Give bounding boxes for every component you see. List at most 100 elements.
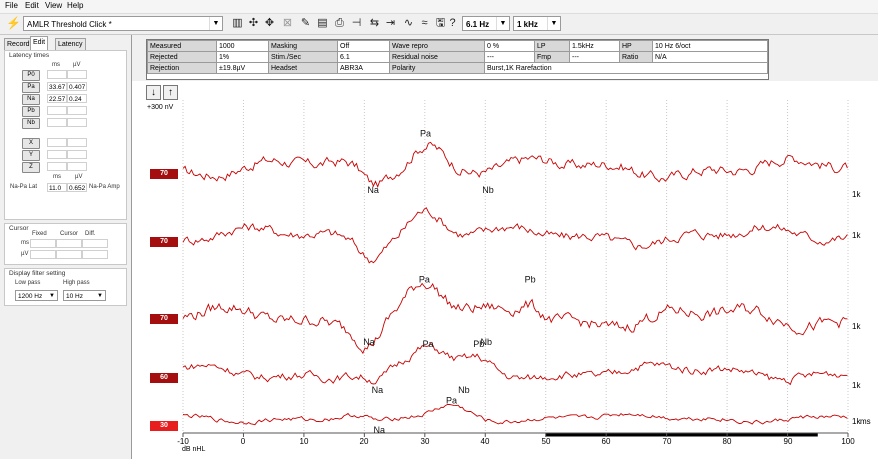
chevron-down-icon: ▼	[49, 293, 55, 299]
arrow-up-icon[interactable]: ↑	[163, 85, 178, 100]
x-tick: 30	[420, 437, 430, 446]
info-cell: Residual noise	[389, 51, 485, 63]
chevron-down-icon: ▼	[496, 17, 509, 30]
pa-uv: 0.407	[67, 82, 87, 91]
latency-group: Latency times ms µV P0 Pa Na Pb Nb 33.67…	[4, 50, 127, 220]
cursor-cursor-ms	[56, 239, 82, 248]
chevron-down-icon: ▼	[97, 293, 103, 299]
y-uv	[67, 150, 87, 159]
x-tick: 0	[240, 437, 246, 446]
info-cell: 1000	[216, 40, 269, 52]
info-row: Measured 1000 Masking Off Wave repro 0 %…	[147, 40, 768, 52]
cursor-diff-uv	[82, 250, 108, 259]
info-cell: 0 %	[484, 40, 535, 52]
info-cell: ABR3A	[337, 62, 390, 74]
info-cell: LP	[534, 40, 570, 52]
cursor-fixed-ms	[30, 239, 56, 248]
latency-title: Latency times	[9, 52, 50, 59]
info-row: Rejection ±19.8µV Headset ABR3A Polarity…	[147, 62, 768, 74]
export-icon[interactable]: ⇥	[384, 17, 397, 30]
protocol-select[interactable]: AMLR Threshold Click * ▼	[23, 16, 223, 31]
trace-level-label[interactable]: 70	[150, 169, 178, 179]
frequency-value: 1 kHz	[517, 20, 538, 29]
na-button[interactable]: Na	[22, 94, 40, 105]
arrows-icon[interactable]: ⇆	[368, 17, 381, 30]
trace-level-label[interactable]: 60	[150, 373, 178, 383]
wave-icon[interactable]: ∿	[402, 17, 415, 30]
report-icon[interactable]: ▤	[316, 17, 329, 30]
tab-edit[interactable]: Edit	[30, 36, 49, 50]
nb-uv	[67, 118, 87, 127]
rate-select[interactable]: 6.1 Hz ▼	[462, 16, 510, 31]
info-cell: Polarity	[389, 62, 485, 74]
menu-file[interactable]: File	[5, 1, 18, 10]
z-uv	[67, 162, 87, 171]
info-cell: ---	[484, 51, 535, 63]
x-tick: -10	[177, 437, 189, 446]
tab-latency[interactable]: Latency	[55, 38, 86, 50]
arrow-down-icon[interactable]: ↓	[146, 85, 161, 100]
menu-edit[interactable]: Edit	[25, 1, 39, 10]
high-pass-label: High pass	[63, 280, 90, 286]
x-tick: 80	[722, 437, 732, 446]
delete-icon[interactable]: ⊠	[281, 17, 294, 30]
trace-freq-label: 1k	[852, 322, 861, 331]
filter-icon[interactable]: ▥	[231, 17, 244, 30]
info-row: Rejected 1% Stim./Sec 6.1 Residual noise…	[147, 51, 768, 63]
trace-freq-label: 1k	[852, 231, 861, 240]
info-cell: Measured	[147, 40, 217, 52]
x-button[interactable]: X	[22, 138, 40, 149]
info-cell: 1%	[216, 51, 269, 63]
trace-freq-label: 1k	[852, 381, 861, 390]
z-ms	[47, 162, 67, 171]
display-filter-group: Display filter setting Low pass High pas…	[4, 268, 127, 306]
x-tick: 100	[841, 437, 855, 446]
trace-freq-label: 1k	[852, 190, 861, 199]
wave-compare-icon[interactable]: ≈	[418, 17, 431, 30]
x-tick: 40	[480, 437, 490, 446]
app-logo-icon: ⚡	[6, 16, 21, 30]
split-icon[interactable]: ⊣	[350, 17, 363, 30]
p0-button[interactable]: P0	[22, 70, 40, 81]
napa-lat-value: 11.0	[47, 183, 67, 192]
chevron-down-icon: ▼	[209, 17, 222, 30]
pa-button[interactable]: Pa	[22, 82, 40, 93]
x-tick: 90	[783, 437, 793, 446]
x-unit-label: ms	[860, 417, 871, 426]
print-icon[interactable]: ⎙	[333, 17, 346, 30]
menu-bar: File Edit View Help	[0, 0, 878, 14]
frequency-select[interactable]: 1 kHz ▼	[513, 16, 561, 31]
help-icon[interactable]: ?	[446, 17, 459, 30]
edit-icon[interactable]: ✎	[299, 17, 312, 30]
menu-view[interactable]: View	[45, 1, 62, 10]
move-icon[interactable]: ✥	[263, 17, 276, 30]
x-tick: 60	[601, 437, 611, 446]
info-cell: 10 Hz 6/oct	[652, 40, 768, 52]
p0-uv	[67, 70, 87, 79]
menu-help[interactable]: Help	[67, 1, 83, 10]
info-table: Measured 1000 Masking Off Wave repro 0 %…	[146, 39, 769, 80]
z-button[interactable]: Z	[22, 162, 40, 173]
pb-ms	[47, 106, 67, 115]
cursor-fixed-uv	[30, 250, 56, 259]
cursor-cross-icon[interactable]: ✣	[247, 17, 260, 30]
high-pass-select[interactable]: 10 Hz ▼	[63, 290, 106, 301]
trace-level-label[interactable]: 70	[150, 314, 178, 324]
info-cell: 6.1	[337, 51, 390, 63]
pb-button[interactable]: Pb	[22, 106, 40, 117]
x-tick: 50	[541, 437, 551, 446]
left-panel: Record Edit Latency Latency times ms µV …	[0, 35, 132, 459]
trace-level-label[interactable]: 70	[150, 237, 178, 247]
trace-level-label-selected[interactable]: 30	[150, 421, 178, 431]
low-pass-select[interactable]: 1200 Hz ▼	[15, 290, 58, 301]
info-cell: Rejected	[147, 51, 217, 63]
waveform-plot[interactable]	[132, 81, 878, 459]
cursor-title: Cursor	[9, 225, 29, 232]
scale-label: +300 nV	[147, 104, 174, 111]
x-tick: 10	[299, 437, 309, 446]
tab-record[interactable]: Record	[4, 38, 33, 50]
info-cell: ±19.8µV	[216, 62, 269, 74]
nb-button[interactable]: Nb	[22, 118, 40, 129]
info-cell: Rejection	[147, 62, 217, 74]
y-button[interactable]: Y	[22, 150, 40, 161]
